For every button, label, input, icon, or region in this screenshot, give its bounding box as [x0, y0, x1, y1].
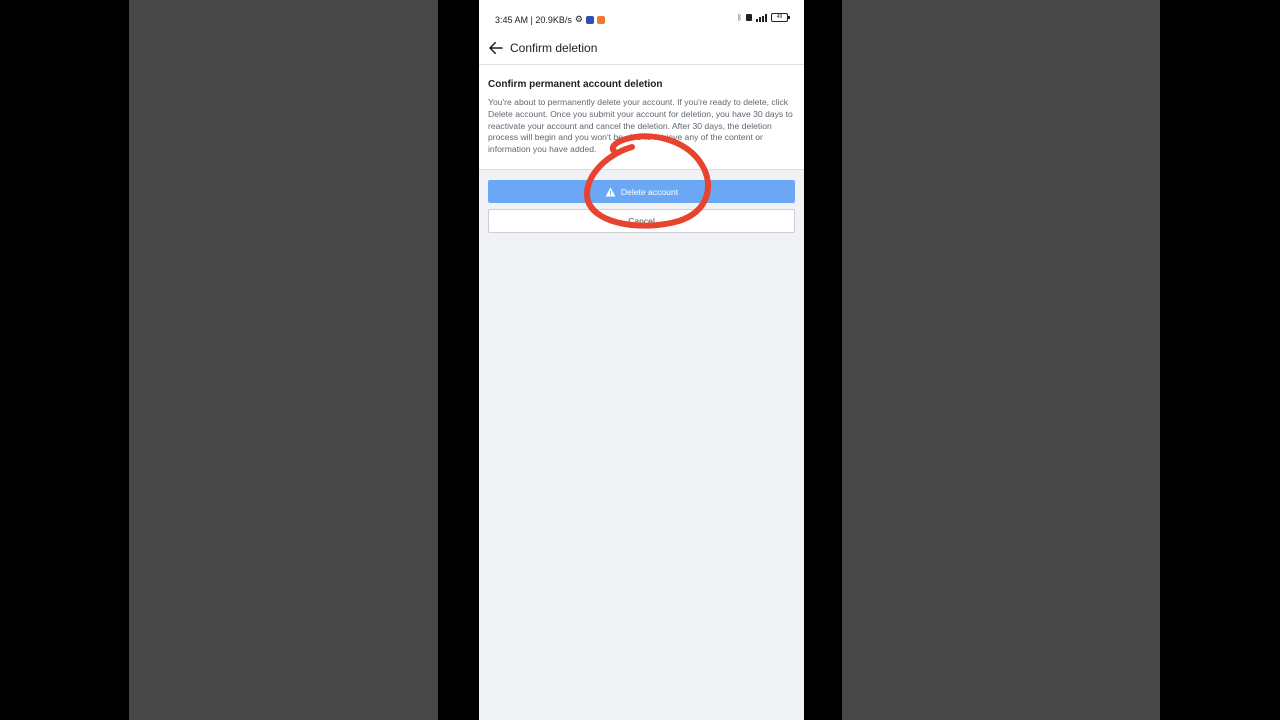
right-letterbox-panel [842, 0, 1160, 720]
battery-level: 49 [776, 14, 783, 20]
page-title: Confirm deletion [510, 41, 598, 55]
warning-triangle-icon [605, 186, 616, 197]
arrow-left-icon[interactable] [487, 39, 505, 57]
status-bar: 3:45 AM | 20.9KB/s ⚙ ᛒ 49 [479, 0, 804, 38]
status-time-speed: 3:45 AM | 20.9KB/s [495, 14, 572, 25]
cancel-label: Cancel [628, 216, 655, 226]
delete-account-label: Delete account [620, 186, 679, 197]
battery-icon: 49 [771, 13, 790, 22]
app-notification-icon [585, 15, 594, 24]
info-card: Confirm permanent account deletion You'r… [479, 65, 804, 170]
delete-account-button[interactable]: Delete account [488, 180, 795, 203]
app-notification-icon-2 [596, 15, 605, 24]
app-header: Confirm deletion [479, 38, 804, 65]
phone-screen: 3:45 AM | 20.9KB/s ⚙ ᛒ 49 Confirm deleti… [479, 0, 804, 720]
signal-icon [756, 13, 767, 22]
info-title: Confirm permanent account deletion [488, 79, 663, 90]
bluetooth-icon: ᛒ [737, 13, 742, 22]
screen: 3:45 AM | 20.9KB/s ⚙ ᛒ 49 Confirm deleti… [0, 0, 1280, 720]
status-right: ᛒ 49 [737, 13, 790, 22]
info-body: You're about to permanently delete your … [488, 97, 793, 155]
status-left: 3:45 AM | 20.9KB/s ⚙ [495, 14, 605, 25]
no-wifi-icon: ⚙ [574, 14, 583, 24]
left-letterbox-panel [129, 0, 438, 720]
cancel-button[interactable]: Cancel [488, 209, 795, 233]
vibrate-icon [746, 14, 752, 21]
